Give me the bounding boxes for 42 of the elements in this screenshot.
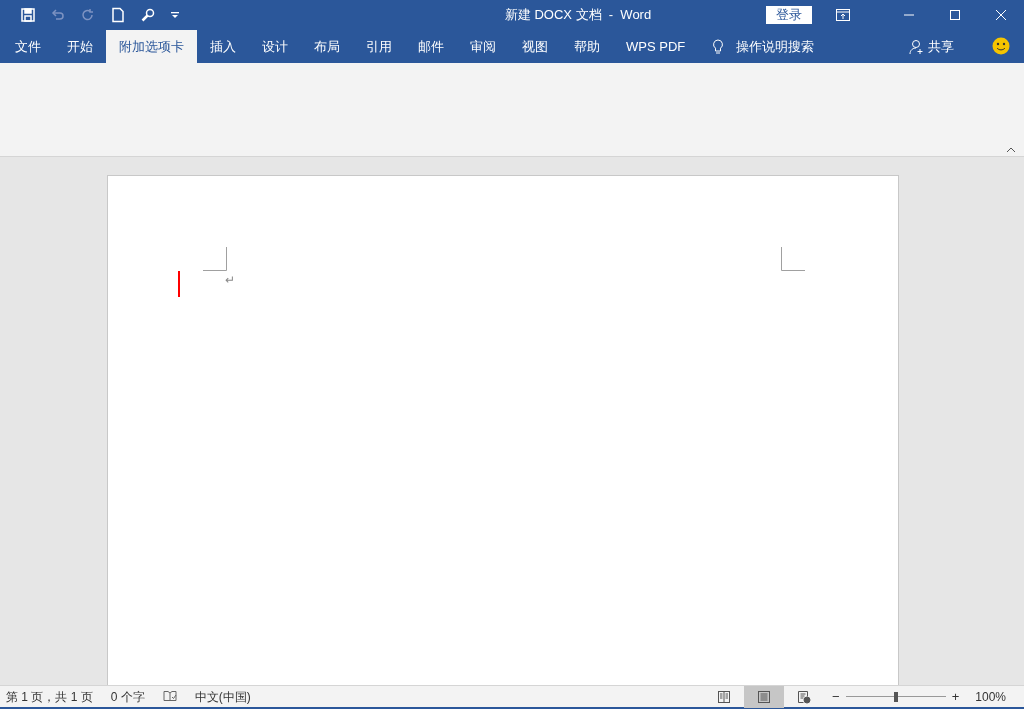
ribbon-tab[interactable]: 开始	[54, 30, 106, 63]
share-button[interactable]: 共享	[909, 30, 954, 63]
proofing-icon[interactable]	[162, 690, 177, 703]
margin-corner-mark	[203, 247, 227, 271]
zoom-level[interactable]: 100%	[975, 687, 1006, 706]
page-count[interactable]: 第 1 页，共 1 页	[6, 687, 93, 706]
page-icon	[756, 688, 773, 705]
ribbon-tab[interactable]: 审阅	[457, 30, 509, 63]
window-title: 新建 DOCX 文档 - Word	[504, 6, 652, 25]
tell-me-search[interactable]: 操作说明搜索	[736, 36, 815, 57]
zoom-slider-thumb[interactable]	[893, 691, 898, 702]
ribbon-tab[interactable]: 文件	[2, 30, 54, 63]
person-add-icon	[909, 38, 925, 55]
text-cursor	[178, 271, 180, 297]
ribbon-tab[interactable]: 视图	[509, 30, 561, 63]
view-button[interactable]	[744, 685, 785, 708]
ribbon-tab[interactable]: 布局	[301, 30, 353, 63]
search-icon[interactable]	[140, 7, 156, 23]
margin-corner-mark	[781, 247, 805, 271]
ribbon-tab[interactable]: 附加选项卡	[106, 30, 197, 63]
book-icon	[716, 688, 733, 705]
ribbon-tab[interactable]: 邮件	[405, 30, 457, 63]
language-label[interactable]: 中文(中国)	[194, 687, 251, 706]
save-icon[interactable]	[20, 7, 36, 23]
zoom-in-button[interactable]: +	[949, 686, 962, 707]
customize-icon[interactable]	[170, 10, 180, 20]
ribbon-tab[interactable]: WPS PDF	[613, 30, 699, 63]
word-count[interactable]: 0 个字	[110, 687, 145, 706]
sign-in-button[interactable]: 登录	[766, 6, 812, 24]
ribbon-tab[interactable]: 插入	[197, 30, 249, 63]
ribbon-display-icon[interactable]	[836, 9, 850, 21]
paragraph-mark: ↵	[225, 273, 235, 287]
ribbon-tab[interactable]: 帮助	[561, 30, 613, 63]
web-page-icon	[796, 688, 813, 705]
lightbulb-icon[interactable]	[712, 38, 725, 55]
collapse-ribbon-icon[interactable]	[1006, 147, 1016, 153]
ribbon-tab[interactable]: 设计	[249, 30, 301, 63]
ribbon-tab[interactable]: 引用	[353, 30, 405, 63]
zoom-slider[interactable]	[845, 691, 946, 702]
smiley-icon[interactable]	[992, 37, 1010, 55]
zoom-out-button[interactable]: −	[830, 686, 842, 707]
new-document-icon[interactable]	[110, 7, 126, 23]
